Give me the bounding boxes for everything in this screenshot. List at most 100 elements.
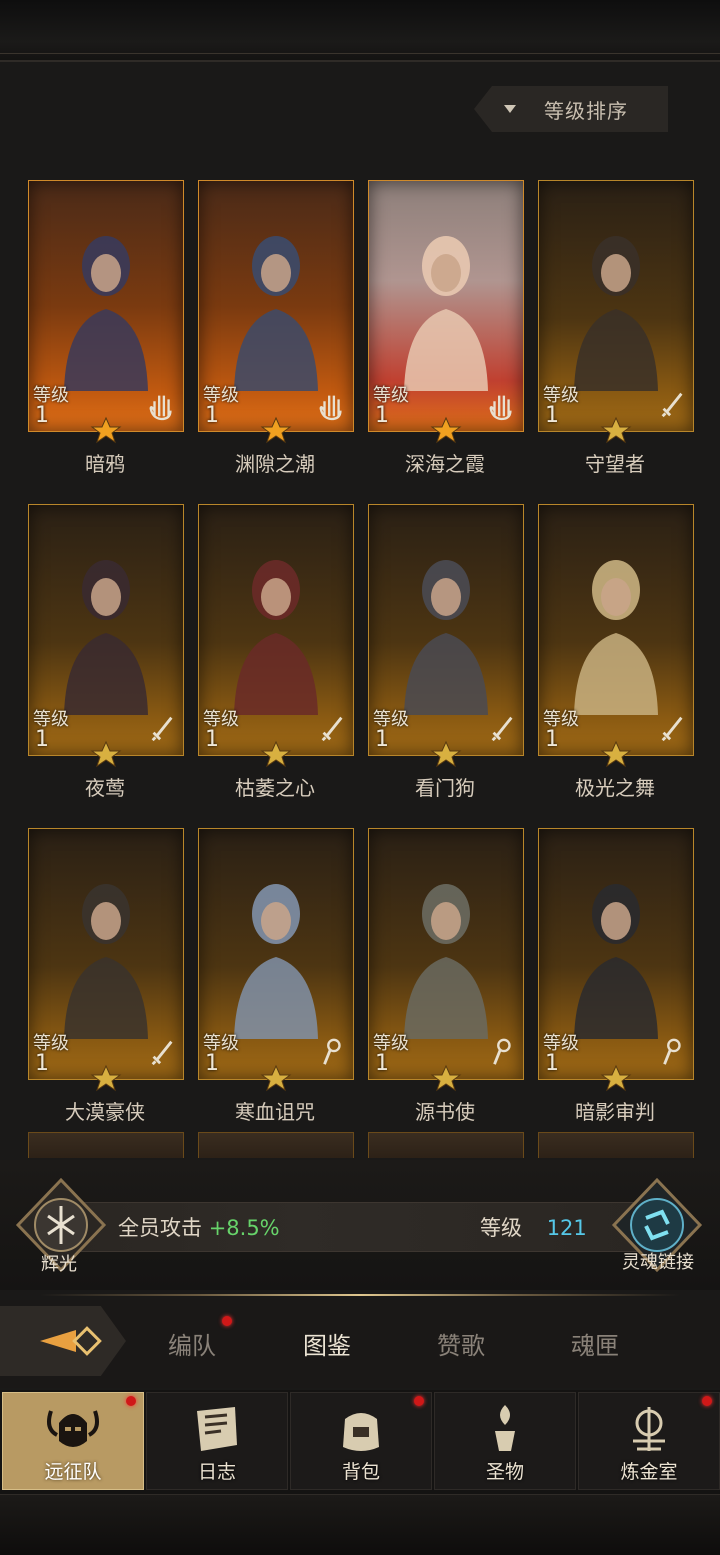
tab-3[interactable]: 魂匣	[571, 1326, 619, 1361]
hero-level: 1	[35, 727, 49, 752]
hero-figure-icon	[574, 560, 658, 715]
hero-name: 寒血诅咒	[235, 1100, 315, 1124]
divider-line	[40, 1294, 680, 1296]
rank-star-icon	[430, 416, 462, 444]
hero-portrait: 等级 1	[538, 180, 694, 432]
hero-card[interactable]: 等级 1 渊隙之潮	[198, 180, 354, 476]
hero-level: 1	[375, 727, 389, 752]
top-frame	[0, 0, 720, 62]
hero-figure-icon	[64, 884, 148, 1039]
hero-name: 大漠豪侠	[65, 1100, 145, 1124]
attack-label: 全员攻击	[118, 1216, 202, 1240]
hero-level: 1	[205, 727, 219, 752]
sort-button-label: 等级排序	[544, 98, 628, 123]
sword-icon	[151, 1040, 173, 1066]
team-attack-bonus: 全员攻击 +8.5%	[118, 1212, 280, 1242]
nav-label: 远征队	[44, 1461, 102, 1483]
hero-card[interactable]: 等级 1 极光之舞	[538, 504, 694, 800]
scroll-icon	[197, 1407, 237, 1451]
nav-item-2[interactable]: 背包	[290, 1392, 432, 1490]
hero-figure-icon	[574, 884, 658, 1039]
hero-figure-icon	[404, 560, 488, 715]
hero-level: 1	[375, 1051, 389, 1076]
hero-level: 1	[205, 403, 219, 428]
notification-dot	[222, 1316, 232, 1326]
hero-card[interactable]: 等级 1 看门狗	[368, 504, 524, 800]
hero-card[interactable]: 等级 1 暗影审判	[538, 828, 694, 1124]
hand-icon	[489, 395, 512, 421]
hero-level: 1	[35, 1051, 49, 1076]
attack-value: +8.5%	[208, 1216, 280, 1240]
hero-portrait: 等级 1	[368, 828, 524, 1080]
nav-item-1[interactable]: 日志	[146, 1392, 288, 1490]
hero-level: 1	[375, 403, 389, 428]
hero-name: 枯萎之心	[235, 776, 315, 800]
nav-item-3[interactable]: 圣物	[434, 1392, 576, 1490]
hero-figure-icon	[404, 884, 488, 1039]
hero-portrait: 等级 1	[28, 180, 184, 432]
notification-dot	[414, 1396, 424, 1406]
staff-icon	[323, 1038, 341, 1065]
alchemy-icon	[633, 1407, 665, 1451]
tab-0[interactable]: 编队	[168, 1326, 216, 1361]
hand-icon	[319, 395, 342, 421]
hero-figure-icon	[574, 236, 658, 391]
hero-figure-icon	[234, 884, 318, 1039]
rank-star-icon	[260, 740, 292, 768]
hero-portrait: 等级 1	[198, 504, 354, 756]
hero-name: 极光之舞	[575, 776, 655, 800]
back-arrow-icon	[40, 1326, 102, 1356]
staff-icon	[493, 1038, 511, 1065]
dropdown-triangle-icon	[504, 105, 516, 113]
staff-icon	[663, 1038, 681, 1065]
nav-item-4[interactable]: 炼金室	[578, 1392, 720, 1490]
rank-star-icon	[600, 740, 632, 768]
hero-portrait: 等级 1	[28, 828, 184, 1080]
nav-label: 圣物	[485, 1461, 524, 1483]
hero-level: 1	[205, 1051, 219, 1076]
hero-name: 暗鸦	[85, 452, 125, 476]
hero-name: 守望者	[585, 452, 645, 476]
hero-portrait: 等级 1	[368, 504, 524, 756]
back-button[interactable]	[0, 1306, 126, 1376]
glow-label: 辉光	[41, 1254, 77, 1275]
hero-card[interactable]: 等级 1 寒血诅咒	[198, 828, 354, 1124]
hero-name: 源书使	[415, 1100, 475, 1124]
hero-card[interactable]: 等级 1 深海之霞	[368, 180, 524, 476]
hero-portrait: 等级 1	[198, 828, 354, 1080]
nav-label: 背包	[341, 1461, 380, 1483]
helmet-icon	[47, 1410, 99, 1447]
nav-label: 炼金室	[620, 1461, 678, 1483]
hero-portrait: 等级 1	[198, 180, 354, 432]
rank-star-icon	[600, 416, 632, 444]
rank-star-icon	[430, 740, 462, 768]
hero-card[interactable]: 等级 1 暗鸦	[28, 180, 184, 476]
tab-2[interactable]: 赞歌	[437, 1326, 485, 1361]
hero-card[interactable]: 等级 1 源书使	[368, 828, 524, 1124]
hero-card[interactable]: 等级 1 枯萎之心	[198, 504, 354, 800]
hero-card[interactable]: 等级 1 守望者	[538, 180, 694, 476]
soul-link-level: 等级 121	[480, 1212, 587, 1242]
tab-1[interactable]: 图鉴	[303, 1326, 351, 1361]
hero-figure-icon	[64, 560, 148, 715]
hero-card[interactable]: 等级 1 夜莺	[28, 504, 184, 800]
hero-card[interactable]: 等级 1 大漠豪侠	[28, 828, 184, 1124]
sword-icon	[321, 716, 343, 742]
notification-dot	[126, 1396, 136, 1406]
hero-portrait: 等级 1	[368, 180, 524, 432]
hero-figure-icon	[234, 236, 318, 391]
sort-by-level-button[interactable]: 等级排序	[474, 86, 668, 132]
sword-icon	[661, 392, 683, 418]
hero-portrait: 等级 1	[538, 828, 694, 1080]
soul-link-label: 灵魂链接	[622, 1252, 694, 1273]
nav-label: 日志	[197, 1461, 236, 1483]
hero-name: 夜莺	[85, 776, 125, 800]
nav-item-0[interactable]: 远征队	[2, 1392, 144, 1490]
bottom-frame	[0, 1494, 720, 1555]
hand-icon	[149, 395, 172, 421]
hero-level: 1	[545, 727, 559, 752]
sword-icon	[491, 716, 513, 742]
hero-level: 1	[545, 1051, 559, 1076]
hero-portrait: 等级 1	[28, 504, 184, 756]
hero-figure-icon	[64, 236, 148, 391]
